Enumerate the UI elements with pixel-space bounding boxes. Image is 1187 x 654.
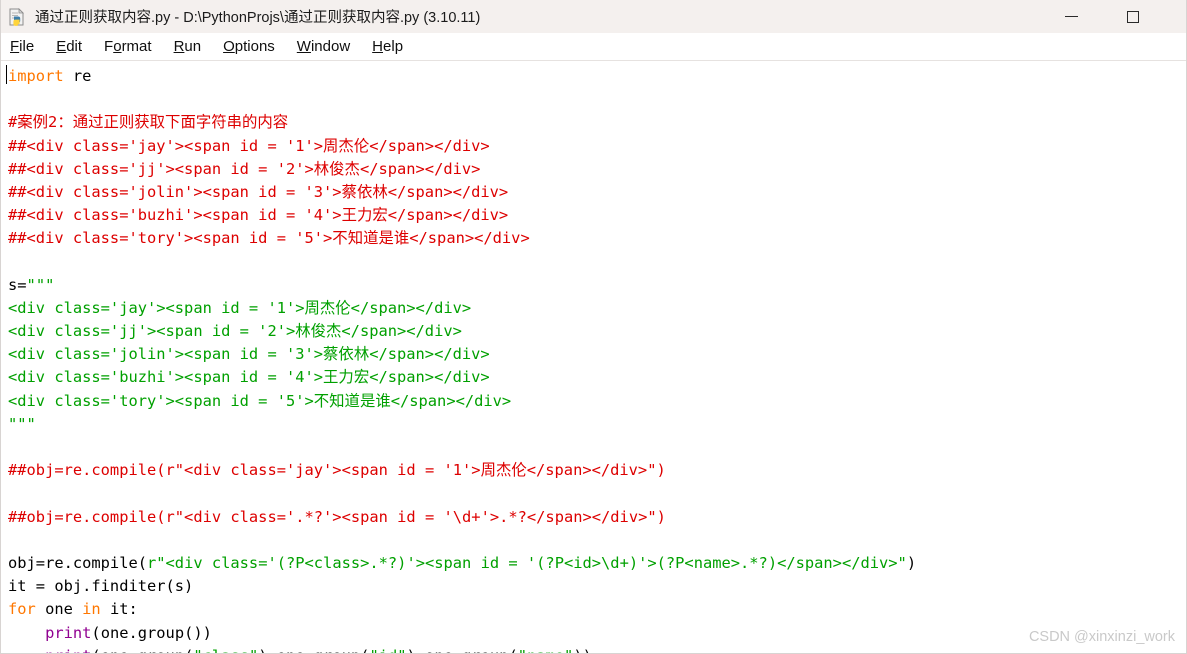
code-token-kw: for xyxy=(8,600,36,619)
menu-accelerator: O xyxy=(223,38,235,55)
code-line: obj=re.compile(r"<div class='(?P<class>.… xyxy=(8,552,1186,575)
text-caret xyxy=(6,65,7,84)
code-line: ##<div class='buzhi'><span id = '4'>王力宏<… xyxy=(8,204,1186,227)
code-token-cmt: ##<div class='buzhi'><span id = '4'>王力宏<… xyxy=(8,206,509,225)
code-token-cmt: ##<div class='jolin'><span id = '3'>蔡依林<… xyxy=(8,182,509,201)
code-line: ##<div class='tory'><span id = '5'>不知道是谁… xyxy=(8,227,1186,250)
menu-item-options[interactable]: Options xyxy=(223,38,287,55)
code-token-cmt: ##<div class='jj'><span id = '2'>林俊杰</sp… xyxy=(8,159,481,178)
code-line: ##<div class='jj'><span id = '2'>林俊杰</sp… xyxy=(8,158,1186,181)
code-token-kw: in xyxy=(82,600,101,619)
code-editor-area[interactable]: import re #案例2：通过正则获取下面字符串的内容 ##<div clas… xyxy=(1,61,1186,653)
code-token-str: <div class='jolin'><span id = '3'>蔡依林</s… xyxy=(8,345,490,364)
code-token-str: """ xyxy=(26,275,55,294)
code-line: ##obj=re.compile(r"<div class='jay'><spa… xyxy=(8,459,1186,482)
window-title: 通过正则获取内容.py - D:\PythonProjs\通过正则获取内容.py… xyxy=(35,10,481,26)
menu-accelerator: F xyxy=(10,38,20,55)
code-token-bi: print xyxy=(45,623,92,642)
code-line: it = obj.finditer(s) xyxy=(8,575,1186,598)
minimize-button[interactable] xyxy=(1048,0,1094,33)
code-token-pl: it: xyxy=(100,600,138,619)
code-line: s=""" xyxy=(8,274,1186,297)
code-token-str: "name" xyxy=(518,647,574,653)
code-token-pl: obj=re.compile( xyxy=(8,553,147,572)
code-line: ##<div class='jolin'><span id = '3'>蔡依林<… xyxy=(8,181,1186,204)
code-line: <div class='jay'><span id = '1'>周杰伦</spa… xyxy=(8,297,1186,320)
code-token-cmt: #案例2：通过正则获取下面字符串的内容 xyxy=(8,113,289,132)
title-bar: 通过正则获取内容.py - D:\PythonProjs\通过正则获取内容.py… xyxy=(1,0,1186,33)
python-file-icon xyxy=(7,7,27,27)
code-token-str: """ xyxy=(8,414,36,433)
code-token-str: <div class='jj'><span id = '2'>林俊杰</span… xyxy=(8,322,462,341)
idle-editor-window: 通过正则获取内容.py - D:\PythonProjs\通过正则获取内容.py… xyxy=(0,0,1187,654)
menu-item-run[interactable]: Run xyxy=(174,38,214,55)
menu-accelerator: H xyxy=(372,38,384,55)
code-line: for one in it: xyxy=(8,598,1186,621)
menu-accelerator: o xyxy=(113,38,122,55)
menu-accelerator: E xyxy=(56,38,67,55)
code-token-str: "class" xyxy=(193,647,258,653)
code-token-pl: it = obj.finditer(s) xyxy=(8,577,194,596)
code-token-cmt: ##obj=re.compile(r"<div class='.*?'><spa… xyxy=(8,507,666,526)
code-token-pl: ),one.group( xyxy=(407,647,518,653)
maximize-button[interactable] xyxy=(1110,0,1156,33)
code-line: <div class='jj'><span id = '2'>林俊杰</span… xyxy=(8,320,1186,343)
code-token-cmt: ##<div class='tory'><span id = '5'>不知道是谁… xyxy=(8,229,530,248)
code-token-str: <div class='buzhi'><span id = '4'>王力宏</s… xyxy=(8,368,490,387)
code-token-str: "id" xyxy=(369,647,406,653)
menu-bar: File Edit Format Run Options Window Help xyxy=(1,33,1186,61)
code-token-cmt: ##obj=re.compile(r"<div class='jay'><spa… xyxy=(8,461,666,480)
maximize-icon xyxy=(1127,10,1139,23)
menu-item-format[interactable]: Format xyxy=(104,38,164,55)
code-line: <div class='tory'><span id = '5'>不知道是谁</… xyxy=(8,390,1186,413)
code-token-pl: (one.group()) xyxy=(91,623,212,642)
code-token-pl: s= xyxy=(8,275,27,294)
code-token-pl: ),one.group( xyxy=(258,647,369,653)
code-line: import re xyxy=(8,65,1186,88)
code-line: #案例2：通过正则获取下面字符串的内容 xyxy=(8,111,1186,134)
code-token-str: r"<div class='(?P<class>.*?)'><span id =… xyxy=(147,553,907,572)
code-line: print(one.group("class"),one.group("id")… xyxy=(8,645,1186,653)
code-line: <div class='jolin'><span id = '3'>蔡依林</s… xyxy=(8,343,1186,366)
code-content[interactable]: import re #案例2：通过正则获取下面字符串的内容 ##<div clas… xyxy=(3,63,1186,653)
code-token-str: <div class='tory'><span id = '5'>不知道是谁</… xyxy=(8,391,512,410)
minimize-icon xyxy=(1064,16,1078,17)
menu-accelerator: R xyxy=(173,38,185,55)
code-token-pl: (one.group( xyxy=(91,647,193,653)
code-line: <div class='buzhi'><span id = '4'>王力宏</s… xyxy=(8,366,1186,389)
menu-item-edit[interactable]: Edit xyxy=(56,38,94,55)
menu-item-help[interactable]: Help xyxy=(372,38,415,55)
menu-accelerator: W xyxy=(296,38,311,55)
code-token-bi: print xyxy=(45,647,91,653)
code-token-pl: )) xyxy=(573,647,592,653)
code-line: ##<div class='jay'><span id = '1'>周杰伦</s… xyxy=(8,135,1186,158)
menu-item-file[interactable]: File xyxy=(10,38,46,55)
code-token-cmt: ##<div class='jay'><span id = '1'>周杰伦</s… xyxy=(8,136,490,155)
code-line: print(one.group()) xyxy=(8,622,1186,645)
code-token-pl: one xyxy=(35,600,83,619)
csdn-watermark: CSDN @xinxinzi_work xyxy=(1028,629,1175,645)
code-token-kw: import xyxy=(8,67,64,85)
menu-item-window[interactable]: Window xyxy=(297,38,362,55)
code-line: """ xyxy=(8,413,1186,436)
code-line: ##obj=re.compile(r"<div class='.*?'><spa… xyxy=(8,506,1186,529)
code-token-str: <div class='jay'><span id = '1'>周杰伦</spa… xyxy=(8,298,472,317)
code-token-pl: ) xyxy=(906,553,917,572)
code-token-pl: re xyxy=(63,67,92,85)
